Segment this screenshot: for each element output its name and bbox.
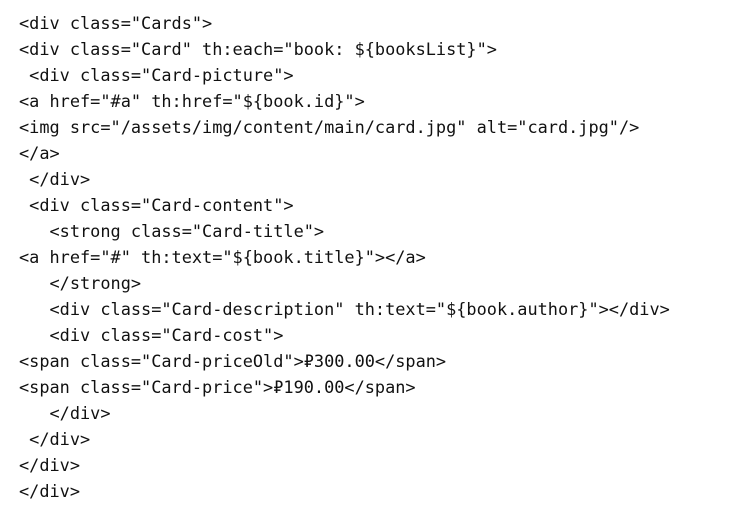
code-line: </a> [19, 143, 60, 163]
code-line: </div> [19, 403, 111, 423]
code-line: </div> [19, 481, 81, 501]
code-line: <a href="#" th:text="${book.title}"></a> [19, 247, 426, 267]
code-line: <strong class="Card-title"> [19, 221, 325, 241]
code-line: </div> [19, 455, 81, 475]
code-line: <span class="Card-priceOld">₽300.00</spa… [19, 351, 447, 371]
code-line: <div class="Card-description" th:text="$… [19, 299, 670, 319]
code-line: <div class="Card-content"> [19, 195, 294, 215]
code-block: <div class="Cards"> <div class="Card" th… [0, 0, 747, 523]
code-line: </div> [19, 169, 91, 189]
code-line: </strong> [19, 273, 142, 293]
code-line: <span class="Card-price">₽190.00</span> [19, 377, 416, 397]
code-line: <div class="Card" th:each="book: ${books… [19, 39, 497, 59]
code-line: </div> [19, 429, 91, 449]
code-line: <div class="Card-cost"> [19, 325, 284, 345]
code-line: <div class="Card-picture"> [19, 65, 294, 85]
code-line: <div class="Cards"> [19, 13, 213, 33]
code-line: <a href="#a" th:href="${book.id}"> [19, 91, 365, 111]
code-line: <img src="/assets/img/content/main/card.… [19, 117, 640, 137]
